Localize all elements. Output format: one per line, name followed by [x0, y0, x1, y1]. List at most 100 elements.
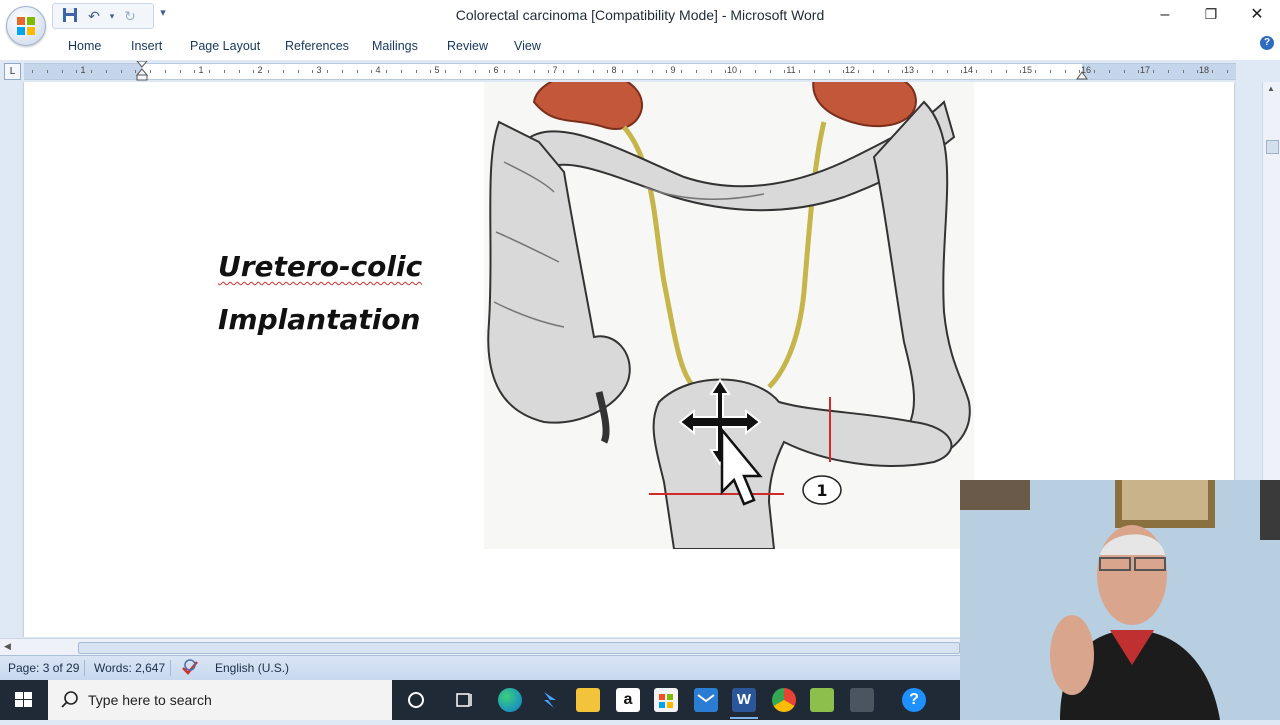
sigmoid-rectum [652, 378, 953, 549]
ruler-tick [209, 70, 210, 73]
word-count[interactable]: Words: 2,647 [94, 661, 165, 675]
restore-button[interactable]: ❐ [1188, 0, 1234, 31]
language-indicator[interactable]: English (U.S.) [215, 661, 289, 675]
mail-icon[interactable] [694, 688, 718, 712]
office-button[interactable] [6, 6, 46, 46]
heading-line-2: Implantation [218, 303, 421, 336]
ruler-number: 10 [726, 65, 738, 75]
spelling-check-icon[interactable] [180, 659, 200, 678]
ruler-tick [239, 70, 240, 73]
status-bar: Page: 3 of 29 Words: 2,647 English (U.S.… [0, 655, 960, 681]
store-icon[interactable] [654, 688, 678, 712]
title-bar: ↶ ▾ ↻ ▾ Colorectal carcinoma [Compatibil… [0, 0, 1280, 31]
close-button[interactable]: ✕ [1234, 0, 1280, 31]
right-indent-marker-icon[interactable] [1076, 69, 1088, 81]
app-green-icon[interactable] [810, 688, 834, 712]
ruler-tick [607, 70, 608, 73]
tab-references[interactable]: References [285, 39, 349, 53]
ruler-tick [342, 70, 343, 73]
uretero-colic-illustration[interactable]: 1 [484, 82, 974, 549]
file-explorer-icon[interactable] [576, 688, 600, 712]
ruler-tick [755, 70, 756, 73]
ruler-tick [534, 70, 535, 73]
ruler-tick [666, 70, 667, 73]
ribbon-tabs: Home Insert Page Layout References Maili… [0, 31, 1280, 60]
figure-label: 1 [816, 481, 827, 500]
ruler-number: 4 [375, 65, 381, 75]
ruler-tick [371, 70, 372, 73]
ruler-tick [784, 70, 785, 73]
indent-marker-icon[interactable] [136, 61, 148, 81]
app-icon[interactable] [538, 688, 562, 712]
horizontal-scroll-thumb[interactable] [78, 642, 960, 654]
tab-insert[interactable]: Insert [131, 39, 162, 53]
ruler-tick [283, 70, 284, 73]
cortana-icon[interactable] [404, 688, 428, 712]
ruler-number: 3 [316, 65, 322, 75]
ruler-tick [327, 70, 328, 73]
ruler-tick [298, 70, 299, 73]
ruler-tick [548, 70, 549, 73]
horizontal-ruler[interactable]: 1 1 2 3 4 5 6 7 8 9 10 11 12 13 14 15 16 17 18 [24, 61, 1236, 81]
ruler-tick [1006, 70, 1007, 73]
right-kidney [812, 82, 917, 128]
scroll-left-icon[interactable]: ◀ [4, 641, 11, 652]
vertical-scrollbar[interactable]: ▲ [1262, 82, 1280, 480]
ruler-tick [976, 70, 977, 73]
ruler-tick [1153, 70, 1154, 73]
ruler-number: 17 [1139, 65, 1151, 75]
ruler-tick [401, 70, 402, 73]
task-view-icon[interactable] [452, 688, 476, 712]
ruler-tick [799, 70, 800, 73]
windows-icon [15, 692, 32, 707]
ruler-tick [681, 70, 682, 73]
tab-selector[interactable]: L [4, 63, 21, 80]
window-title: Colorectal carcinoma [Compatibility Mode… [455, 7, 825, 23]
ruler-tick [858, 70, 859, 73]
ruler-tick [696, 70, 697, 73]
ruler-tick [622, 70, 623, 73]
tab-home[interactable]: Home [68, 39, 101, 53]
scroll-up-icon[interactable]: ▲ [1267, 84, 1275, 93]
ruler-tick [62, 70, 63, 73]
word-icon[interactable]: W [732, 688, 756, 712]
edge-icon[interactable] [498, 688, 522, 712]
ruler-tick [430, 70, 431, 73]
tab-mailings[interactable]: Mailings [372, 39, 418, 53]
app-dark-icon[interactable] [850, 688, 874, 712]
ruler-tick [1168, 70, 1169, 73]
ruler-tick [902, 70, 903, 73]
tab-view[interactable]: View [514, 39, 541, 53]
search-box[interactable]: Type here to search [48, 680, 392, 720]
descending-colon [872, 100, 971, 464]
ruler-tick [312, 70, 313, 73]
ruler-bar: L 1 1 2 3 4 5 6 7 8 9 10 11 12 13 14 15 16 17 18 [0, 60, 1280, 138]
tab-page-layout[interactable]: Page Layout [190, 39, 260, 53]
ruler-tick [1020, 70, 1021, 73]
ruler-number: 11 [786, 65, 796, 75]
ruler-tick [224, 70, 225, 73]
ruler-tick [91, 70, 92, 73]
ruler-tick [578, 70, 579, 73]
status-divider [84, 660, 85, 676]
help-icon[interactable]: ? [1260, 36, 1274, 50]
ruler-tick [416, 70, 417, 73]
tab-review[interactable]: Review [447, 39, 488, 53]
horizontal-scrollbar[interactable]: ◀ [0, 638, 960, 656]
active-app-indicator [730, 717, 758, 719]
ruler-number: 14 [962, 65, 974, 75]
ruler-tick [770, 70, 771, 73]
ruler-tick [121, 70, 122, 73]
ruler-tick [194, 70, 195, 73]
start-button[interactable] [0, 680, 48, 720]
ruler-number: 9 [670, 65, 676, 75]
page-count[interactable]: Page: 3 of 29 [8, 661, 79, 675]
minimize-button[interactable]: – [1142, 0, 1188, 31]
chrome-icon[interactable] [772, 688, 796, 712]
ruler-tick [1050, 70, 1051, 73]
search-icon [61, 691, 78, 708]
ruler-tick [1109, 70, 1110, 73]
help-app-icon[interactable]: ? [902, 688, 926, 712]
amazon-icon[interactable]: a [616, 688, 640, 712]
vertical-scroll-thumb[interactable] [1266, 140, 1279, 154]
